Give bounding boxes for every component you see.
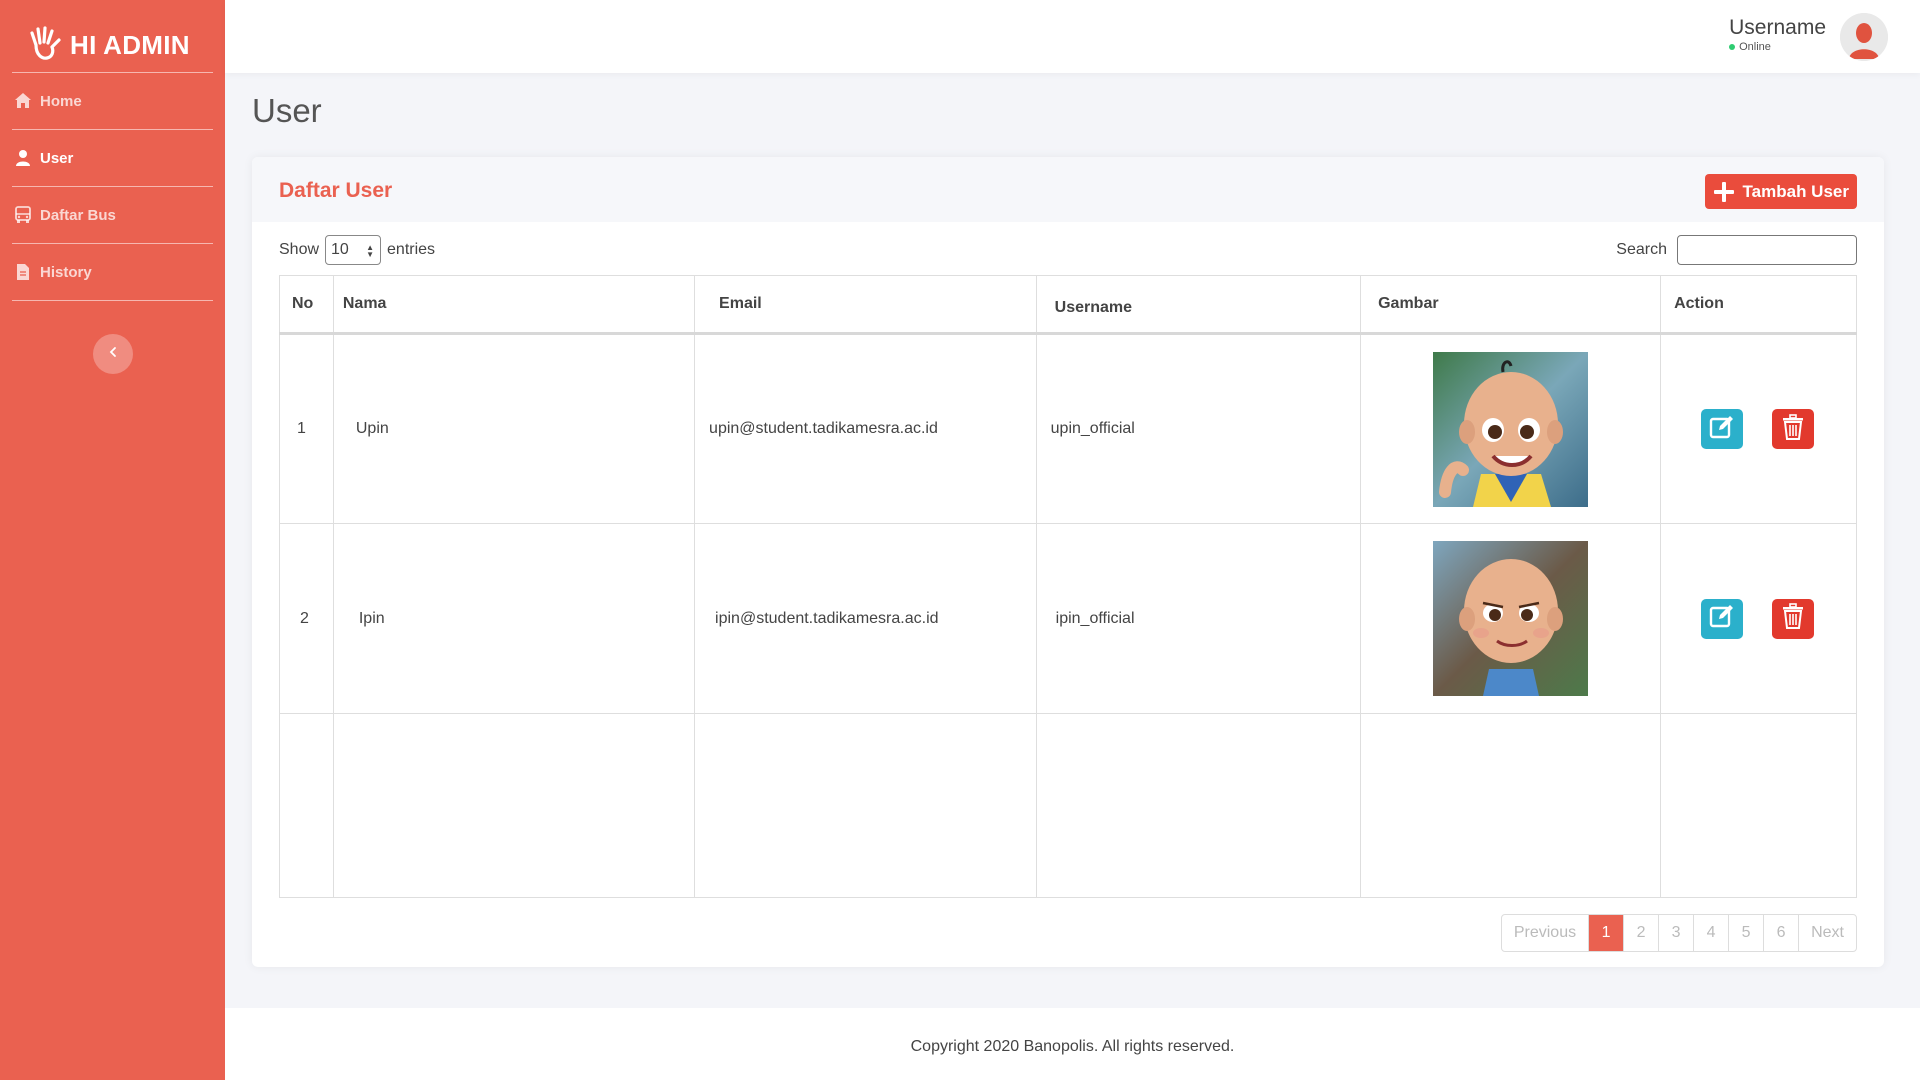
search-box: Search	[1616, 234, 1857, 266]
column-header-gambar[interactable]: Gambar	[1360, 275, 1662, 335]
bus-icon	[12, 204, 34, 226]
cell-no: 1	[279, 333, 334, 524]
sidebar-item-label: Home	[40, 92, 82, 110]
cell-email: upin@student.tadikamesra.ac.id	[694, 333, 1037, 524]
sidebar-item-label: User	[40, 149, 74, 167]
cell-username: ipin_official	[1035, 523, 1362, 714]
trash-icon	[1782, 413, 1804, 445]
document-icon	[12, 261, 34, 283]
pagination-page-6[interactable]: 6	[1763, 915, 1798, 951]
trash-icon	[1782, 603, 1804, 634]
table-row-empty	[279, 713, 1857, 898]
search-label: Search	[1616, 241, 1667, 258]
column-header-action[interactable]: Action	[1660, 275, 1857, 335]
table-row: 2 Ipin ipin@student.tadikamesra.ac.id ip…	[279, 523, 1857, 714]
cell-empty	[1035, 713, 1362, 898]
entries-select[interactable]: 10 ▲ ▼	[325, 235, 382, 265]
table-header-row: No Nama Email Username Gambar Action	[279, 275, 1857, 335]
cell-nama: Upin	[332, 333, 696, 524]
table-row: 1 Upin upin@student.tadikamesra.ac.id up…	[279, 333, 1857, 524]
cell-empty	[332, 713, 696, 898]
pagination-page-1[interactable]: 1	[1588, 915, 1624, 951]
sidebar-item-history[interactable]: History	[12, 244, 213, 301]
entries-length: Show 10 ▲ ▼ entries	[279, 234, 435, 266]
pagination-page-3[interactable]: 3	[1658, 915, 1693, 951]
column-header-email[interactable]: Email	[694, 275, 1037, 335]
cell-empty	[694, 713, 1037, 898]
hand-logo-icon	[28, 25, 62, 66]
user-icon	[12, 147, 34, 169]
cell-action	[1660, 523, 1857, 714]
plus-icon	[1713, 181, 1735, 203]
pagination-previous[interactable]: Previous	[1502, 915, 1588, 951]
user-photo	[1433, 541, 1589, 696]
home-icon	[12, 90, 34, 112]
avatar[interactable]	[1840, 13, 1888, 61]
add-user-label: Tambah User	[1742, 181, 1849, 201]
status-text: Online	[1739, 41, 1771, 53]
cell-empty	[279, 713, 334, 898]
column-header-no[interactable]: No	[279, 275, 334, 335]
cell-no: 2	[279, 523, 334, 714]
sidebar-item-daftar-bus[interactable]: Daftar Bus	[12, 187, 213, 244]
delete-button[interactable]	[1771, 409, 1814, 449]
user-menu[interactable]: Username Online	[1729, 16, 1826, 53]
brand-name: HI ADMIN	[70, 29, 190, 60]
select-arrows-icon: ▲ ▼	[366, 243, 375, 259]
cell-action	[1660, 333, 1857, 524]
cell-email: ipin@student.tadikamesra.ac.id	[694, 523, 1037, 714]
table-controls: Show 10 ▲ ▼ entries Search	[279, 234, 1857, 266]
cell-username: upin_official	[1035, 333, 1362, 524]
footer: Copyright 2020 Banopolis. All rights res…	[225, 1008, 1920, 1080]
copyright-text: Copyright 2020 Banopolis. All rights res…	[910, 1038, 1235, 1055]
sidebar-item-user[interactable]: User	[12, 130, 213, 187]
card-header: Daftar User Tambah User	[252, 157, 1884, 222]
pagination: Previous 1 2 3 4 5 6 Next	[1500, 914, 1857, 952]
user-photo	[1433, 351, 1589, 507]
edit-button[interactable]	[1701, 409, 1744, 449]
cell-gambar	[1360, 333, 1662, 524]
edit-icon	[1708, 413, 1736, 446]
sidebar-collapse-button[interactable]	[93, 334, 133, 374]
pagination-page-5[interactable]: 5	[1728, 915, 1763, 951]
add-user-button[interactable]: Tambah User	[1704, 174, 1857, 209]
edit-icon	[1708, 602, 1736, 635]
card-title: Daftar User	[279, 179, 393, 202]
online-indicator	[1729, 44, 1736, 50]
topbar: Username Online	[225, 0, 1920, 73]
pagination-page-2[interactable]: 2	[1623, 915, 1658, 951]
column-header-nama[interactable]: Nama	[332, 275, 696, 335]
entries-value: 10	[331, 241, 349, 258]
user-list-card: Daftar User Tambah User Show 10 ▲ ▼ entri…	[252, 157, 1884, 967]
search-input[interactable]	[1677, 235, 1857, 265]
user-table: No Nama Email Username Gambar Action 1 U…	[279, 275, 1857, 898]
cell-empty	[1360, 713, 1662, 898]
page-title: User	[252, 92, 322, 129]
sidebar: HI ADMIN Home User Daftar Bus History	[0, 0, 225, 1080]
pagination-page-4[interactable]: 4	[1693, 915, 1728, 951]
entries-label: entries	[387, 241, 436, 258]
sidebar-nav: Home User Daftar Bus History	[12, 73, 213, 301]
cell-gambar	[1360, 523, 1662, 714]
show-label: Show	[279, 241, 320, 258]
user-name: Username	[1729, 16, 1826, 39]
sidebar-item-label: History	[40, 263, 92, 281]
brand[interactable]: HI ADMIN	[12, 0, 213, 73]
pagination-next[interactable]: Next	[1798, 915, 1856, 951]
sidebar-item-label: Daftar Bus	[40, 206, 116, 224]
column-header-username[interactable]: Username	[1035, 275, 1362, 335]
cell-nama: Ipin	[332, 523, 696, 714]
edit-button[interactable]	[1701, 598, 1744, 639]
delete-button[interactable]	[1771, 598, 1814, 639]
chevron-left-icon	[108, 345, 118, 363]
sidebar-item-home[interactable]: Home	[12, 73, 213, 130]
user-status: Online	[1729, 41, 1826, 53]
cell-empty	[1660, 713, 1857, 898]
